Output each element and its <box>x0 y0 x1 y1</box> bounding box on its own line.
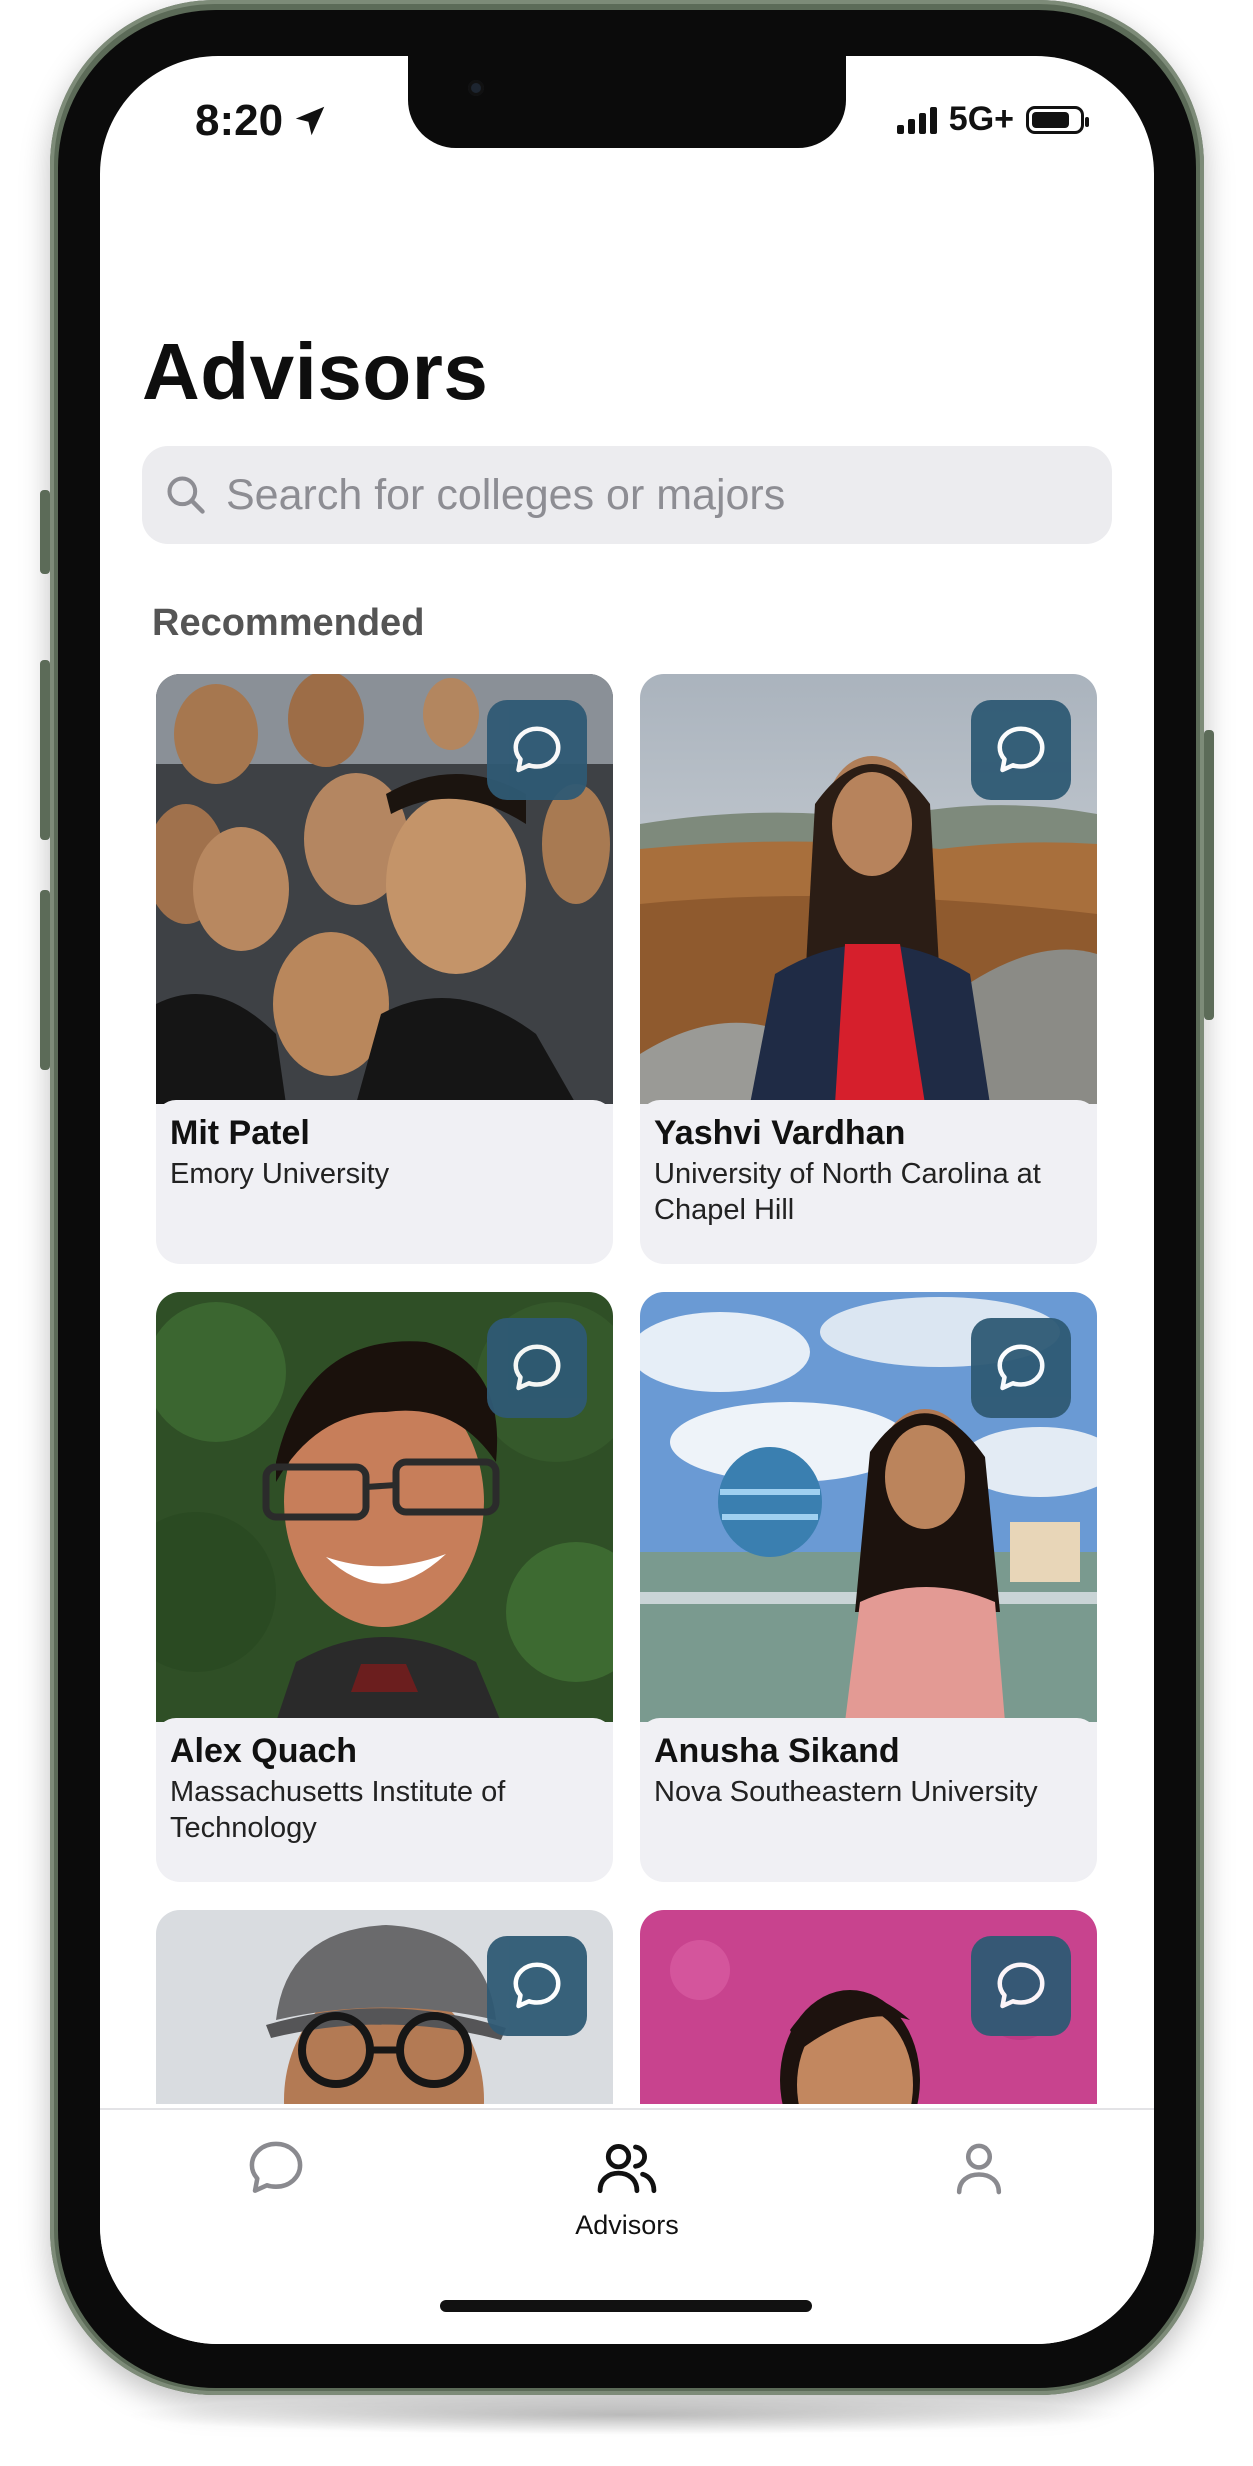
search-icon <box>167 476 205 514</box>
advisor-card[interactable] <box>156 1910 613 2104</box>
clock: 8:20 <box>195 96 284 145</box>
chat-bubble-icon <box>513 1344 561 1391</box>
chat-bubble-icon <box>513 1962 561 2009</box>
signal-icon <box>896 106 937 134</box>
advisor-school: Nova Southeastern University <box>654 1776 1038 1808</box>
home-indicator[interactable] <box>440 2300 812 2312</box>
message-button[interactable] <box>971 700 1071 800</box>
chat-bubble-icon <box>997 726 1045 773</box>
mute-switch <box>40 490 50 574</box>
advisor-school: Massachusetts Institute of Technology <box>170 1776 506 1844</box>
phone-shadow <box>120 2395 1130 2435</box>
advisor-school: University of North Carolina at Chapel H… <box>654 1158 1041 1226</box>
tab-chats[interactable] <box>196 2134 356 2202</box>
advisor-school: Emory University <box>170 1158 390 1190</box>
chat-bubble-icon <box>997 1344 1045 1391</box>
message-button[interactable] <box>971 1936 1071 2036</box>
advisor-info: Anusha Sikand Nova Southeastern Universi… <box>640 1718 1097 1878</box>
person-icon <box>956 2143 1002 2195</box>
advisor-card[interactable]: Alex Quach Massachusetts Institute of Te… <box>156 1292 613 1882</box>
network-type: 5G+ <box>948 100 1014 138</box>
tab-advisors[interactable]: Advisors <box>547 2134 707 2241</box>
message-button[interactable] <box>487 1936 587 2036</box>
tab-advisors-label: Advisors <box>575 2210 679 2240</box>
section-heading: Recommended <box>152 602 425 644</box>
power-button <box>1204 730 1214 1020</box>
advisor-name: Yashvi Vardhan <box>654 1114 906 1152</box>
message-button[interactable] <box>487 700 587 800</box>
front-camera <box>468 80 484 96</box>
message-button[interactable] <box>487 1318 587 1418</box>
people-icon <box>597 2144 657 2194</box>
tab-profile[interactable] <box>899 2134 1059 2202</box>
advisor-name: Anusha Sikand <box>654 1732 900 1770</box>
search-bar[interactable] <box>142 446 1112 544</box>
advisor-info: Mit Patel Emory University <box>156 1100 613 1260</box>
page-title: Advisors <box>142 327 489 416</box>
advisor-grid: Mit Patel Emory University Yashvi Vardha… <box>156 674 1099 2104</box>
status-indicators: 5G+ <box>896 100 1089 139</box>
advisor-card[interactable] <box>640 1910 1097 2104</box>
advisor-card[interactable]: Mit Patel Emory University <box>156 674 613 1264</box>
volume-down-button <box>40 890 50 1070</box>
chat-bubble-icon <box>249 2141 303 2193</box>
notch <box>408 56 846 148</box>
status-time: 8:20 <box>195 96 329 146</box>
chat-bubble-icon <box>513 726 561 773</box>
advisor-card[interactable]: Anusha Sikand Nova Southeastern Universi… <box>640 1292 1097 1882</box>
advisor-name: Mit Patel <box>170 1114 310 1152</box>
advisor-info: Alex Quach Massachusetts Institute of Te… <box>156 1718 613 1878</box>
search-input[interactable] <box>224 469 1028 521</box>
advisor-info: Yashvi Vardhan University of North Carol… <box>640 1100 1097 1260</box>
volume-up-button <box>40 660 50 840</box>
battery-icon <box>1026 105 1089 134</box>
advisor-card[interactable]: Yashvi Vardhan University of North Carol… <box>640 674 1097 1264</box>
advisor-name: Alex Quach <box>170 1732 358 1770</box>
chat-bubble-icon <box>997 1962 1045 2009</box>
app-screen: 8:20 5G+ Advisors Recommended <box>100 56 1154 2344</box>
message-button[interactable] <box>971 1318 1071 1418</box>
location-arrow-icon <box>295 106 325 136</box>
battery-level <box>1032 111 1069 128</box>
